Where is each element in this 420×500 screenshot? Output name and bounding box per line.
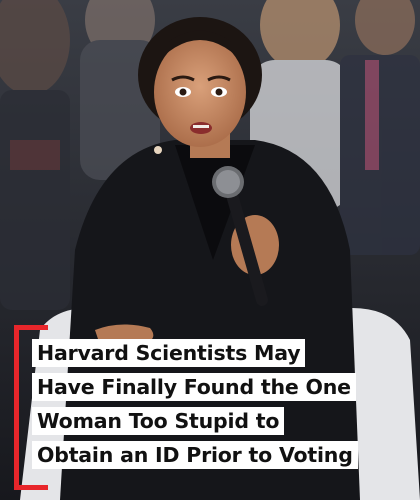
headline-line-1: Harvard Scientists May (32, 339, 306, 367)
accent-bracket-top (14, 325, 48, 330)
headline-caption: Harvard Scientists May Have Finally Foun… (32, 339, 358, 475)
headline-line-2: Have Finally Found the One (32, 373, 356, 401)
headline-line-3: Woman Too Stupid to (32, 407, 285, 435)
accent-bracket-bottom (14, 485, 48, 490)
caption-block: Harvard Scientists May Have Finally Foun… (14, 325, 414, 495)
headline-line-4: Obtain an ID Prior to Voting (32, 441, 358, 469)
accent-bracket (14, 325, 19, 490)
